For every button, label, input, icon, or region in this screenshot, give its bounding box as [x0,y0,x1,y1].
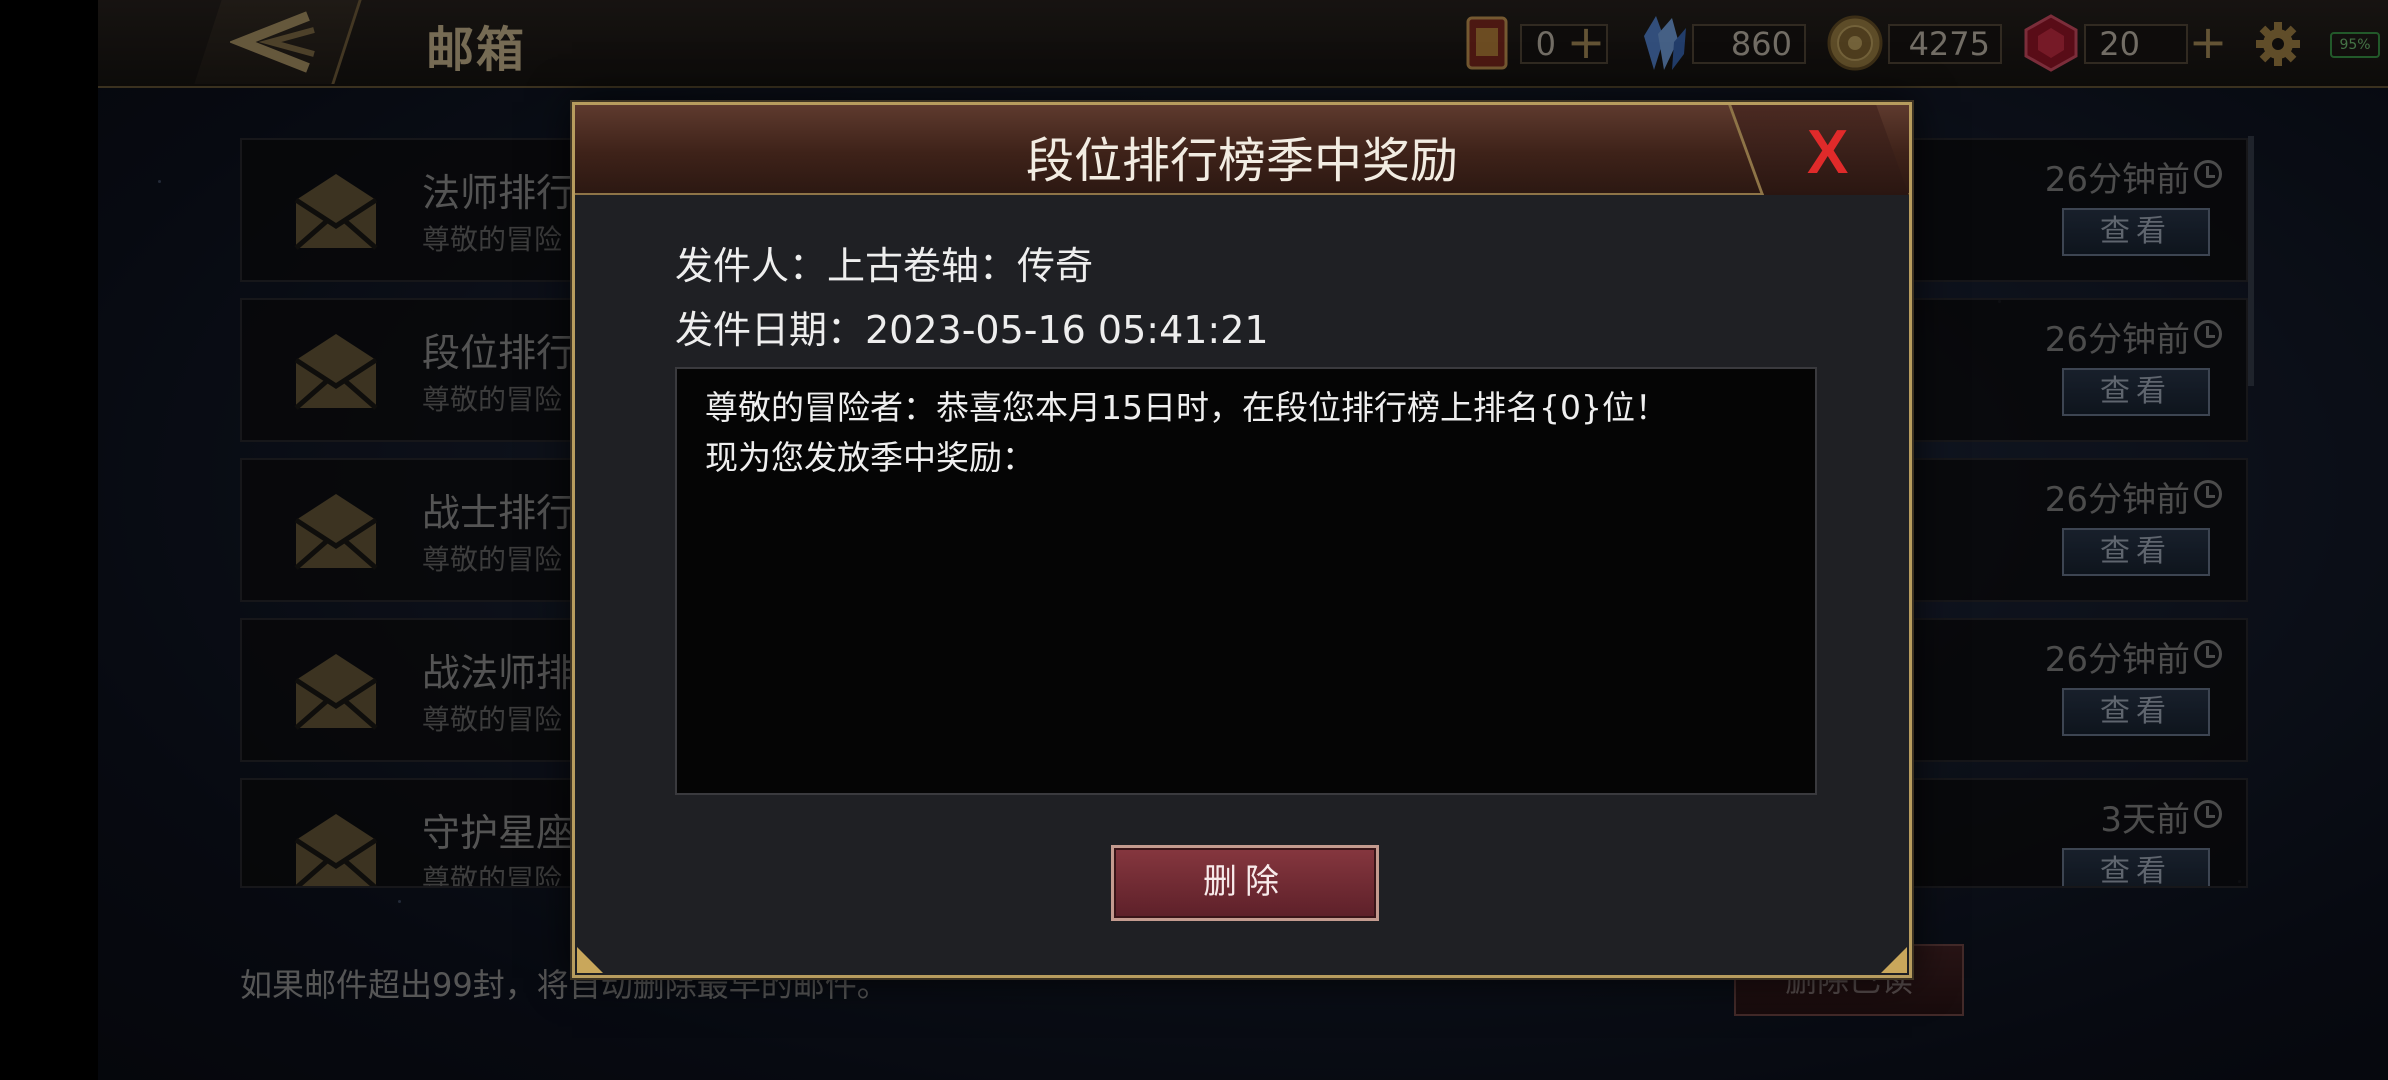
close-icon[interactable]: X [1807,117,1848,188]
dialog-title: 段位排行榜季中奖励 [1025,133,1458,189]
mail-sender: 发件人：上古卷轴：传奇 [675,244,1094,288]
dialog-header: 段位排行榜季中奖励 [575,105,1909,195]
delete-button[interactable]: 删除 [1111,845,1379,921]
mail-body-line: 尊敬的冒险者：恭喜您本月15日时，在段位排行榜上排名{0}位！ [705,388,1668,427]
mail-body-line: 现为您发放季中奖励： [705,438,1035,477]
mail-body: 尊敬的冒险者：恭喜您本月15日时，在段位排行榜上排名{0}位！ 现为您发放季中奖… [675,367,1817,795]
mail-detail-dialog: 段位排行榜季中奖励 X 发件人：上古卷轴：传奇 发件日期：2023-05-16 … [572,102,1912,978]
mail-date: 发件日期：2023-05-16 05:41:21 [675,308,1269,352]
corner-ornament-icon [1881,947,1907,973]
corner-ornament-icon [577,947,603,973]
game-screen: 邮箱 0 + 860 4275 20 + 95% 法师排行 尊敬的冒险 26分钟… [0,0,2388,1080]
